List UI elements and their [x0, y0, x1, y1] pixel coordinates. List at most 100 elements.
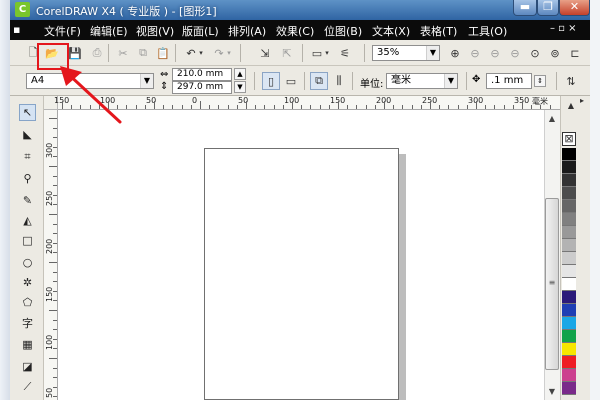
menu-layout[interactable]: 版面(L)	[182, 23, 219, 39]
redo-dropdown-icon[interactable]: ▾	[224, 44, 234, 62]
page-height-field[interactable]: 297.0 mm	[172, 81, 232, 94]
zoom-fit-icon[interactable]: ⊖	[486, 44, 504, 62]
eyedropper-tool-icon[interactable]: ⟋	[19, 378, 36, 395]
width-stepper[interactable]: ▲	[234, 68, 246, 80]
close-button[interactable]: ✕	[559, 0, 590, 16]
zoom-level-select[interactable]: 35% ▼	[372, 45, 440, 61]
menu-table[interactable]: 表格(T)	[420, 23, 457, 39]
ruler-tick	[338, 101, 339, 109]
units-select[interactable]: 毫米 ▼	[386, 73, 458, 89]
ruler-tick	[163, 105, 165, 109]
print-icon[interactable]: ⎙	[88, 44, 106, 62]
color-swatch[interactable]	[562, 213, 576, 226]
color-swatch[interactable]	[562, 278, 576, 291]
ruler-tick	[53, 300, 57, 302]
smart-fill-icon[interactable]: ◭	[19, 212, 36, 229]
color-swatch[interactable]	[562, 343, 576, 356]
color-swatch[interactable]	[562, 226, 576, 239]
color-swatch[interactable]	[562, 239, 576, 252]
pick-tool-icon[interactable]: ↖	[19, 104, 36, 121]
paper-size-select[interactable]: A4 ▼	[26, 73, 154, 89]
basic-shapes-icon[interactable]: ⬠	[19, 294, 36, 311]
shape-tool-icon[interactable]: ◣	[19, 126, 36, 143]
text-tool-icon[interactable]: 字	[19, 314, 36, 331]
color-swatch[interactable]	[562, 330, 576, 343]
import-icon[interactable]: ⇲	[256, 44, 274, 62]
freehand-tool-icon[interactable]: ✎	[19, 192, 36, 209]
drawing-page[interactable]	[204, 148, 399, 400]
zoom-page-icon[interactable]: ⊖	[506, 44, 524, 62]
undo-dropdown-icon[interactable]: ▾	[196, 44, 206, 62]
crop-tool-icon[interactable]: ⌗	[19, 148, 36, 165]
menu-tools[interactable]: 工具(O)	[468, 23, 507, 39]
toolbar-separator	[304, 72, 305, 90]
copy-icon[interactable]: ⧉	[134, 44, 152, 62]
launcher-dropdown-icon[interactable]: ▾	[322, 44, 332, 62]
color-swatch[interactable]	[562, 304, 576, 317]
height-stepper[interactable]: ▼	[234, 81, 246, 93]
nudge-stepper[interactable]: ⇕	[534, 75, 546, 87]
maximize-button[interactable]: ❐	[537, 0, 559, 16]
no-color-swatch[interactable]: ⊠	[562, 132, 576, 146]
interactive-blend-icon[interactable]: ◪	[19, 358, 36, 375]
ruler-tick-label: 0	[192, 96, 198, 105]
toolbar-separator	[352, 72, 353, 90]
palette-scroll-up-icon[interactable]: ▲	[564, 101, 578, 113]
page-width-field[interactable]: 210.0 mm	[172, 68, 232, 81]
menu-arrange[interactable]: 排列(A)	[228, 23, 266, 39]
ruler-tick	[246, 101, 247, 109]
color-swatch[interactable]	[562, 369, 576, 382]
scroll-up-icon[interactable]: ▲	[545, 113, 559, 125]
zoom-page-icon[interactable]: ⊙	[526, 44, 544, 62]
table-tool-icon[interactable]: ▦	[19, 336, 36, 353]
desktop-right-edge	[590, 0, 600, 400]
menu-doc-icon[interactable]: ▪	[13, 23, 20, 36]
color-swatch[interactable]	[562, 356, 576, 369]
snap-icon[interactable]: ⊏	[566, 44, 584, 62]
zoom-in-icon[interactable]: ⊕	[446, 44, 464, 62]
color-swatch[interactable]	[562, 252, 576, 265]
color-swatch[interactable]	[562, 174, 576, 187]
color-swatch[interactable]	[562, 265, 576, 278]
paste-icon[interactable]: 📋	[154, 44, 172, 62]
vertical-ruler[interactable]: 300 250 200 150 100 50	[44, 110, 58, 400]
menu-edit[interactable]: 编辑(E)	[90, 23, 128, 39]
page-height-value: 297.0 mm	[177, 82, 224, 92]
color-swatch[interactable]	[562, 382, 576, 395]
menu-text[interactable]: 文本(X)	[372, 23, 410, 39]
nudge-distance-field[interactable]: .1 mm	[486, 73, 532, 89]
export-icon[interactable]: ⇱	[278, 44, 296, 62]
polygon-tool-icon[interactable]: ✲	[19, 274, 36, 291]
menu-effects[interactable]: 效果(C)	[276, 23, 314, 39]
color-swatch[interactable]	[562, 187, 576, 200]
horizontal-ruler[interactable]: 毫米 15010050050100150200250300350	[54, 96, 564, 110]
menu-bitmaps[interactable]: 位图(B)	[324, 23, 362, 39]
landscape-icon[interactable]: ▭	[282, 72, 300, 90]
all-pages-icon[interactable]: ⧉	[310, 72, 328, 90]
portrait-icon[interactable]: ▯	[262, 72, 280, 90]
palette-flyout-icon[interactable]: ▸	[580, 96, 590, 116]
ruler-tick	[53, 204, 57, 206]
ruler-tick	[53, 319, 57, 321]
cut-icon[interactable]: ✂	[114, 44, 132, 62]
color-swatch[interactable]	[562, 317, 576, 330]
menu-file[interactable]: 文件(F)	[44, 23, 81, 39]
color-swatch[interactable]	[562, 291, 576, 304]
zoom-selected-icon[interactable]: ⊚	[546, 44, 564, 62]
zoom-out-icon[interactable]: ⊖	[466, 44, 484, 62]
color-swatch[interactable]	[562, 161, 576, 174]
welcome-screen-icon[interactable]: ⚟	[336, 44, 354, 62]
scroll-down-icon[interactable]: ▼	[545, 386, 559, 398]
minimize-button[interactable]: ▬	[513, 0, 537, 16]
zoom-tool-icon[interactable]: ⚲	[19, 170, 36, 187]
color-swatch[interactable]	[562, 148, 576, 161]
document-window-controls[interactable]: – ▫ ×	[550, 23, 577, 34]
ellipse-tool-icon[interactable]: ○	[19, 254, 36, 271]
duplicate-distance-icon[interactable]: ⇅	[562, 72, 580, 90]
color-swatch[interactable]	[562, 200, 576, 213]
ruler-tick	[53, 290, 57, 292]
rectangle-tool-icon[interactable]: □	[19, 232, 36, 249]
current-page-icon[interactable]: ⫼	[330, 72, 348, 90]
title-bar[interactable]: C CorelDRAW X4 ( 专业版 ) - [图形1] ▬ ❐ ✕	[10, 0, 590, 20]
menu-view[interactable]: 视图(V)	[136, 23, 174, 39]
